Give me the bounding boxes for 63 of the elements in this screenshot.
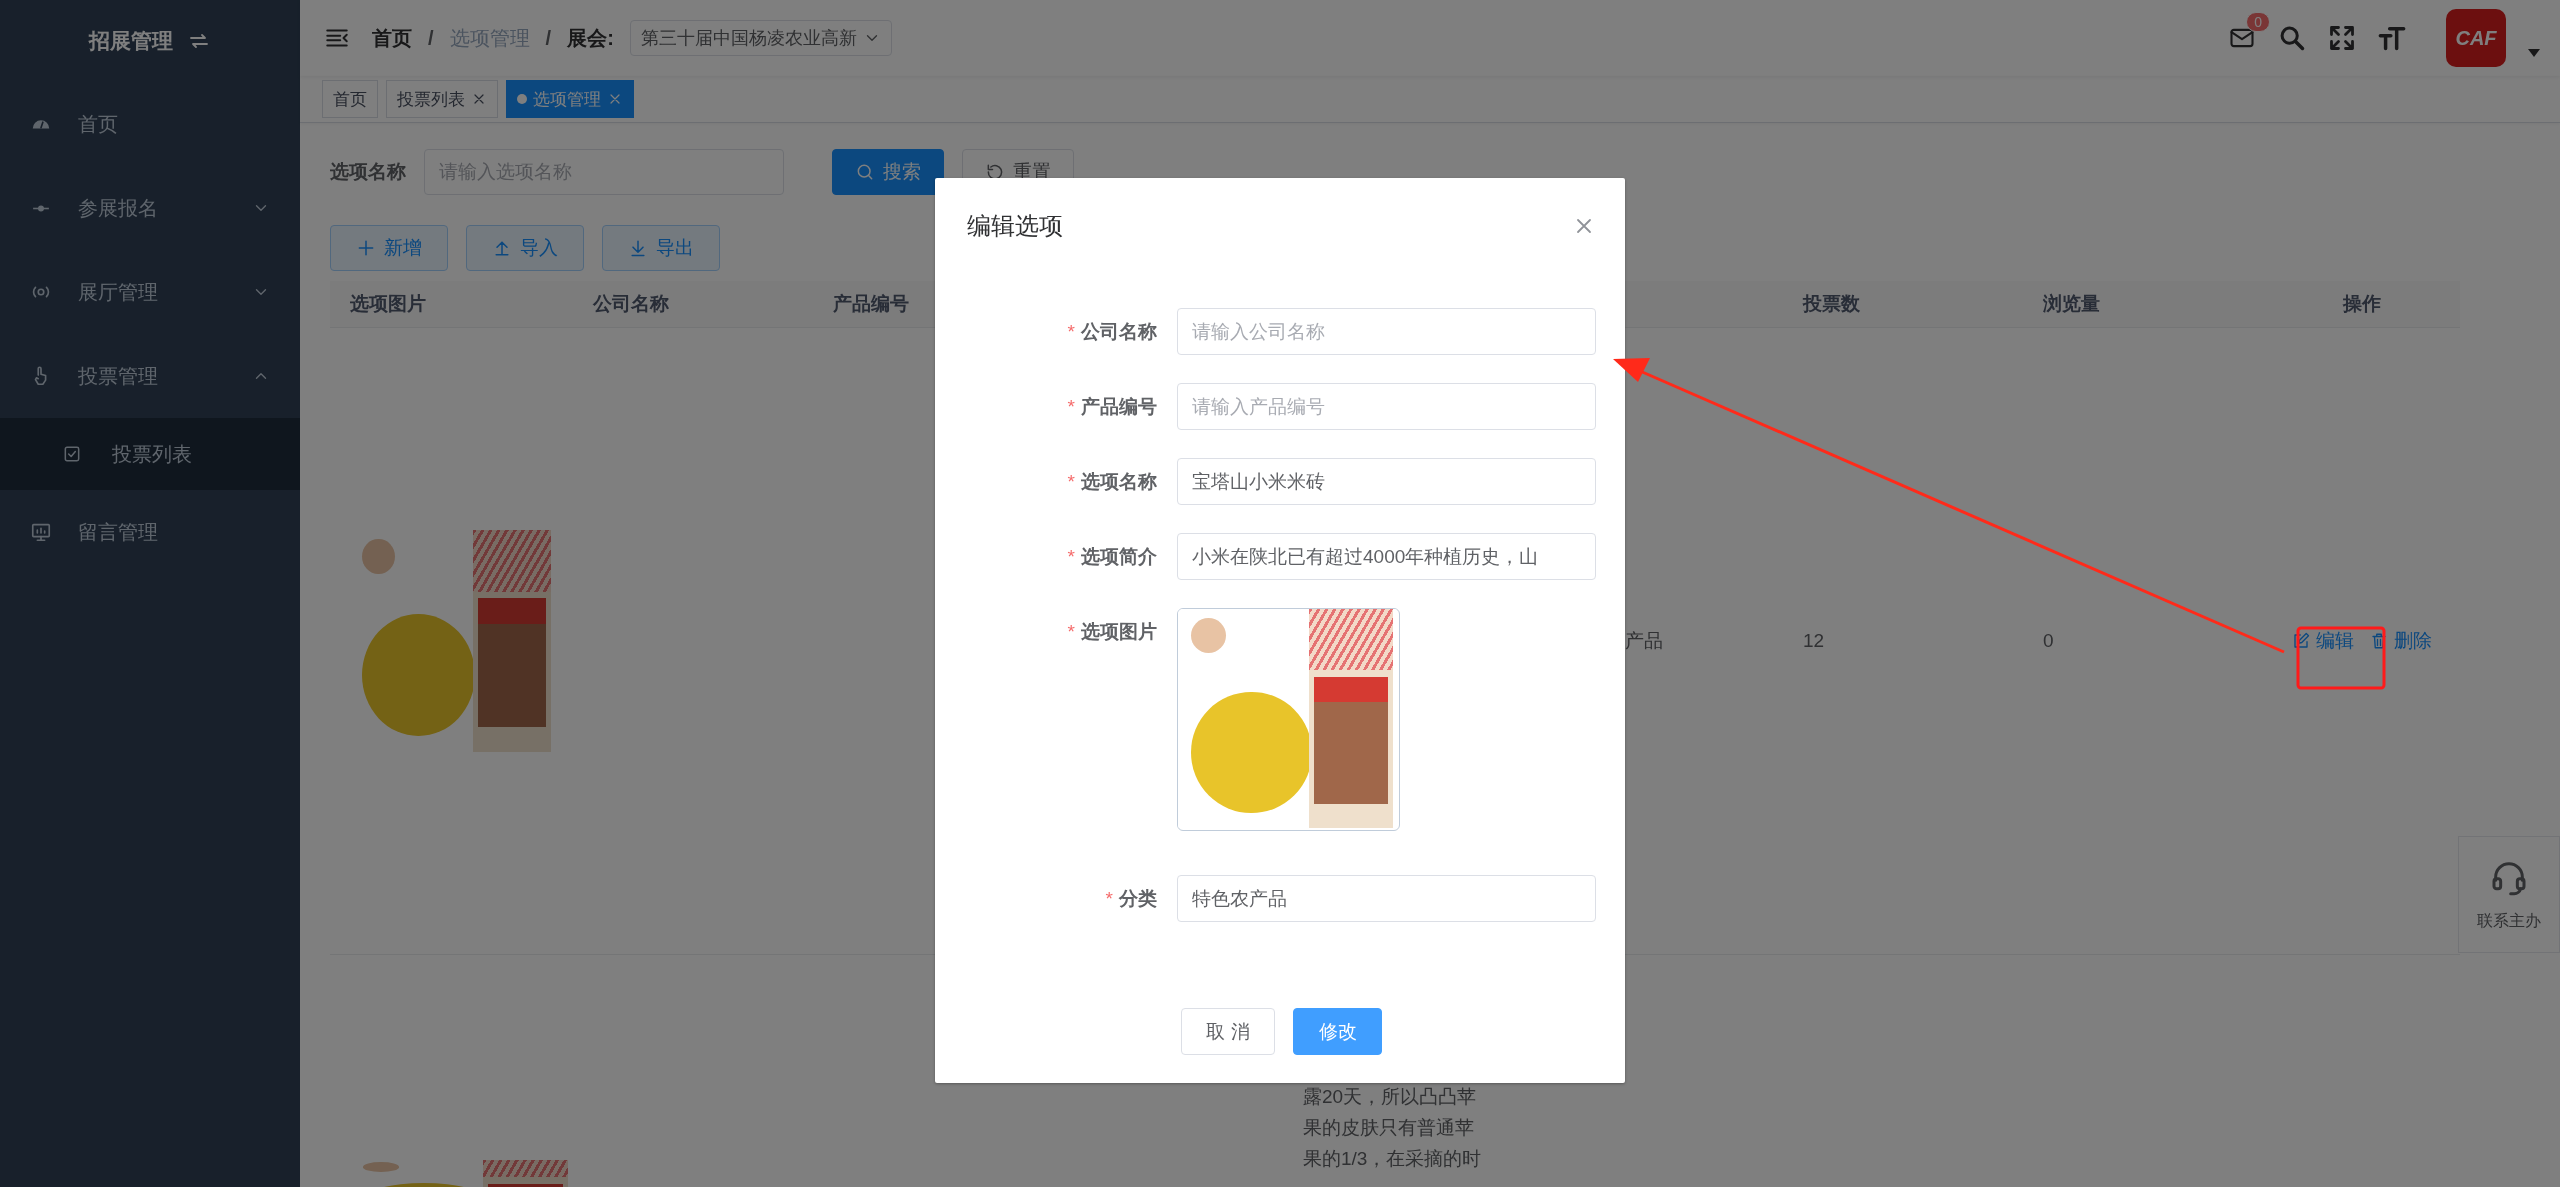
search-label: 选项名称 [330, 160, 406, 184]
toolbar-button[interactable]: 导入 [466, 225, 584, 271]
required-mark: * [1067, 395, 1075, 418]
search-button[interactable]: 搜索 [832, 149, 944, 195]
dialog-title: 编辑选项 [967, 211, 1063, 241]
search-icon [855, 162, 875, 182]
page-tab[interactable]: 首页 [322, 80, 378, 118]
sidebar-item[interactable]: 参展报名 [0, 166, 300, 250]
pin-icon [30, 204, 52, 212]
breadcrumb-item[interactable]: 首页 [372, 24, 412, 52]
download-icon [628, 238, 648, 258]
field-label: 产品编号 [1081, 394, 1157, 419]
sidebar-subitem[interactable]: 投票列表 [0, 418, 300, 490]
sidebar-item[interactable]: 首页 [0, 82, 300, 166]
edit-icon [2291, 632, 2310, 650]
user-avatar[interactable]: CAF [2446, 9, 2506, 67]
field-label: 选项名称 [1081, 469, 1157, 494]
caret-icon[interactable] [2528, 49, 2540, 57]
table-cell-text: 露20天，所以凸凸苹 [1303, 1085, 1477, 1109]
notification-badge: 0 [2246, 12, 2270, 32]
delete-link[interactable]: 删除 [2369, 628, 2432, 654]
field-label: 公司名称 [1081, 319, 1157, 344]
required-mark: * [1067, 320, 1075, 343]
table-cell-text: 产品 [1625, 629, 1663, 653]
field-label: 选项图片 [1081, 619, 1157, 644]
active-dot [517, 94, 527, 104]
sidebar-item[interactable]: 展厅管理 [0, 250, 300, 334]
input-field[interactable]: 宝塔山小米米砖 [1177, 458, 1596, 505]
exhibition-select[interactable]: 第三十届中国杨凌农业高新 [629, 20, 892, 56]
input-field[interactable]: 特色农产品 [1177, 875, 1596, 922]
required-mark: * [1067, 470, 1075, 493]
page-tab[interactable]: 选项管理 [506, 80, 634, 118]
table-cell-text: 果的皮肤只有普通苹 [1303, 1116, 1474, 1140]
search-icon [2278, 24, 2306, 52]
required-mark: * [1067, 620, 1075, 643]
sidebar-item[interactable]: 投票管理 [0, 334, 300, 418]
table-cell: 12 [1803, 630, 1825, 652]
submit-button[interactable]: 修改 [1293, 1008, 1382, 1055]
contact-button[interactable]: 联系主办 [2458, 836, 2560, 953]
sidebar-item[interactable]: 留言管理 [0, 490, 300, 574]
table-cell-text: 果的1/3，在采摘的时 [1303, 1147, 1482, 1171]
input-field[interactable]: 请输入产品编号 [1177, 383, 1596, 430]
cancel-button[interactable]: 取 消 [1181, 1008, 1275, 1055]
required-mark: * [1105, 887, 1113, 910]
toolbar-button[interactable]: 导出 [602, 225, 720, 271]
checkbox-icon [62, 444, 82, 464]
plus-icon [356, 238, 376, 258]
breadcrumb-separator: / [428, 26, 434, 50]
font-size-icon [2378, 24, 2406, 52]
table-cell: 0 [2043, 630, 2054, 652]
input-field[interactable]: 请输入公司名称 [1177, 308, 1596, 355]
input-field[interactable]: 小米在陕北已有超过4000年种植历史，山 [1177, 533, 1596, 580]
breadcrumb-item[interactable]: 展会: [567, 24, 614, 52]
edit-link[interactable]: 编辑 [2291, 628, 2354, 654]
fullscreen-icon [2328, 24, 2356, 52]
app-title: 招展管理 [89, 28, 173, 54]
field-label: 分类 [1119, 886, 1157, 911]
required-mark: * [1067, 545, 1075, 568]
field-label: 选项简介 [1081, 544, 1157, 569]
page-tab[interactable]: 投票列表 [386, 80, 498, 118]
toolbar-button[interactable]: 新增 [330, 225, 448, 271]
breadcrumb-separator: / [545, 26, 552, 50]
monitor-icon [30, 521, 52, 543]
